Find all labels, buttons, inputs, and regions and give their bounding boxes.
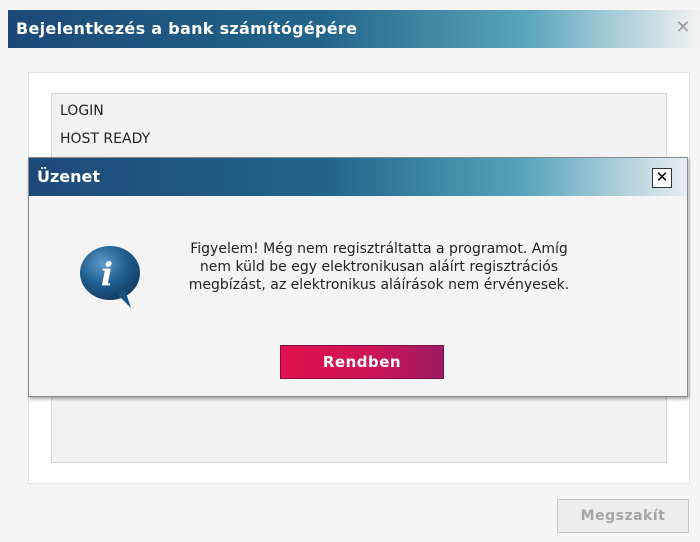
info-speech-bubble-icon: i — [80, 246, 140, 308]
cancel-button[interactable]: Megszakít — [557, 499, 689, 533]
login-window-title: Bejelentkezés a bank számítógépére — [16, 19, 358, 38]
message-line: megbízást, az elektronikus aláírások nem… — [188, 277, 570, 293]
message-line: Figyelem! Még nem regisztráltatta a prog… — [190, 241, 568, 257]
ok-button[interactable]: Rendben — [280, 345, 444, 379]
message-line: nem küld be egy elektronikusan aláírt re… — [199, 259, 559, 275]
message-dialog-close-button[interactable]: ✕ — [652, 168, 672, 188]
log-line: LOGIN — [60, 103, 104, 119]
log-line: HOST READY — [60, 131, 151, 147]
svg-text:i: i — [101, 255, 113, 293]
login-window-close-button[interactable]: ✕ — [672, 17, 694, 39]
message-dialog-titlebar[interactable]: Üzenet ✕ — [29, 158, 687, 196]
login-window-titlebar[interactable]: Bejelentkezés a bank számítógépére ✕ — [8, 10, 700, 48]
message-text: Figyelem! Még nem regisztráltatta a prog… — [149, 240, 609, 294]
message-dialog-title: Üzenet — [37, 167, 101, 186]
message-dialog: Üzenet ✕ i Figyelem! Még nem regisztrált… — [28, 157, 688, 397]
